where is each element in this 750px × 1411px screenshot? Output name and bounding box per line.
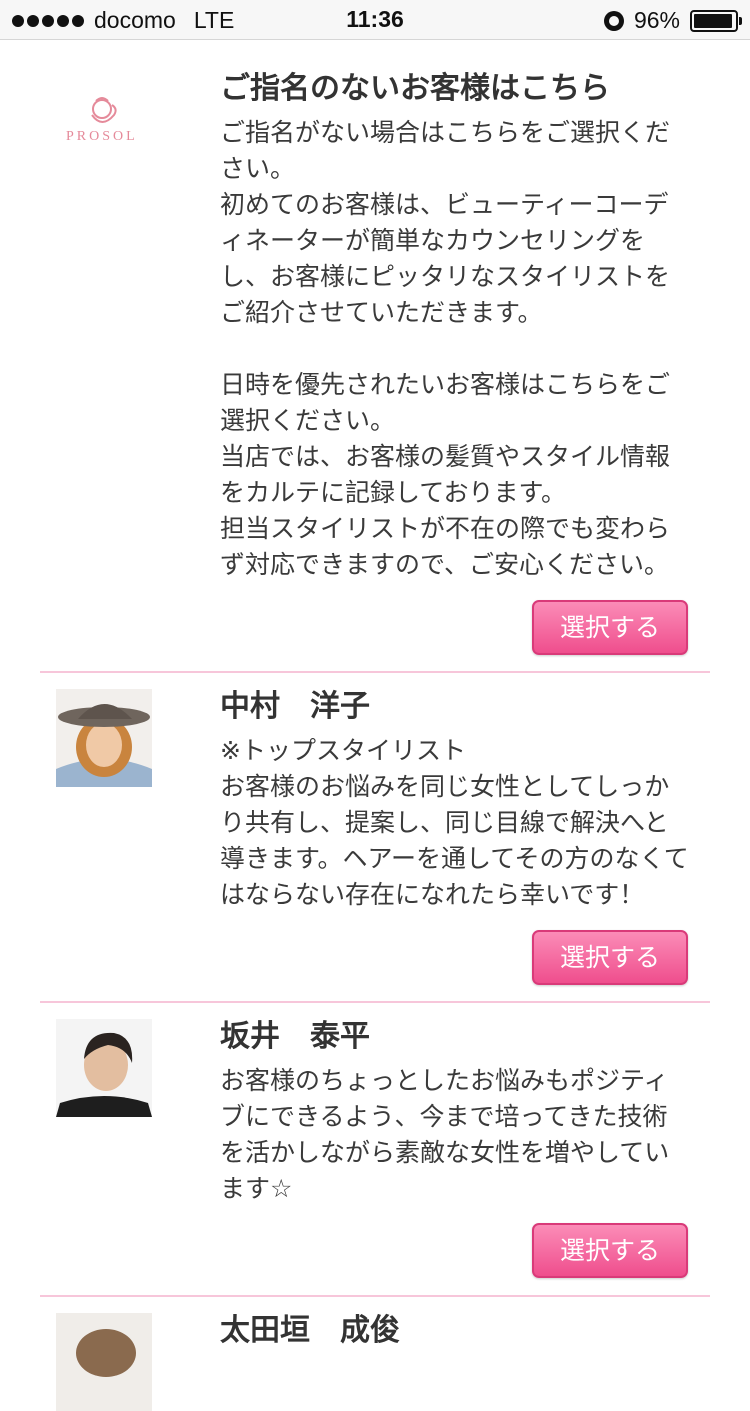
battery-percent: 96%: [633, 7, 680, 33]
stylist-name: 中村 洋子: [220, 689, 370, 724]
stylist-list: PROSOL ご指名のないお客様はこちら ご指名がない場合はこちらをご選択くださ…: [0, 41, 750, 1411]
stylist-photo: [56, 689, 152, 787]
status-right: 96%: [603, 7, 742, 34]
stylist-photo: [56, 1019, 152, 1117]
item-description: ご指名がない場合はこちらをご選択ください。 初めてのお客様は、ビューティーコーデ…: [220, 118, 671, 579]
alarm-icon: [603, 10, 624, 31]
list-item: 中村 洋子 ※トップスタイリスト お客様のお悩みを同じ女性としてしっかり共有し、…: [40, 673, 710, 1003]
list-item: PROSOL ご指名のないお客様はこちら ご指名がない場合はこちらをご選択くださ…: [40, 41, 710, 673]
stylist-name: 坂井 泰平: [220, 1019, 370, 1054]
list-item: 太田垣 成俊: [40, 1297, 710, 1411]
select-button[interactable]: 選択する: [532, 600, 688, 655]
status-bar: docomo LTE 11:36 96%: [0, 0, 750, 40]
stylist-name: 太田垣 成俊: [220, 1313, 400, 1348]
select-button[interactable]: 選択する: [532, 1223, 688, 1278]
logo-text: PROSOL: [66, 129, 138, 144]
select-button[interactable]: 選択する: [532, 930, 688, 985]
stylist-description: ※トップスタイリスト お客様のお悩みを同じ女性としてしっかり共有し、提案し、同じ…: [220, 736, 689, 909]
stylist-description: お客様のちょっとしたお悩みもポジティブにできるよう、今まで培ってきた技術を活かし…: [220, 1066, 670, 1203]
list-item: 坂井 泰平 お客様のちょっとしたお悩みもポジティブにできるよう、今まで培ってきた…: [40, 1003, 710, 1297]
item-title: ご指名のないお客様はこちら: [220, 71, 610, 106]
salon-logo: PROSOL: [56, 85, 166, 165]
stylist-photo: [56, 1313, 152, 1411]
battery-icon: [690, 9, 742, 32]
